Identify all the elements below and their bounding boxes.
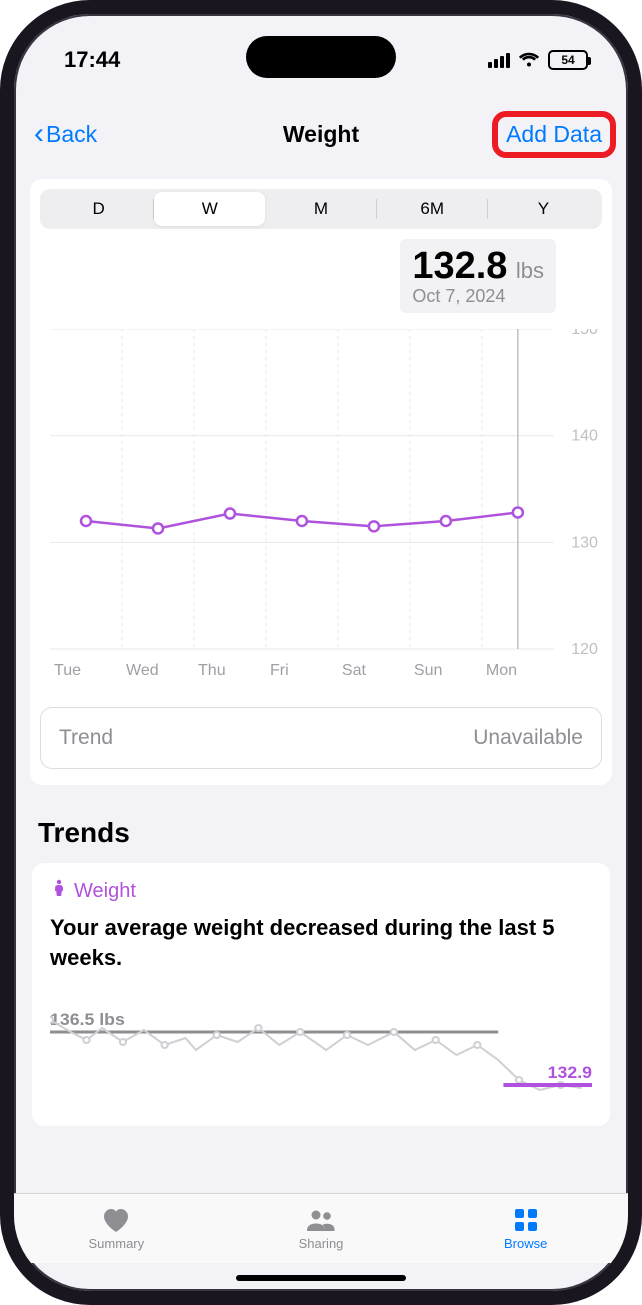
time-range-segmented-control[interactable]: D W M 6M Y — [40, 189, 602, 229]
tab-label: Sharing — [299, 1236, 344, 1251]
tab-summary[interactable]: Summary — [14, 1194, 219, 1263]
tab-label: Browse — [504, 1236, 547, 1251]
svg-text:140: 140 — [571, 427, 598, 445]
chevron-left-icon: ‹ — [34, 119, 44, 149]
home-indicator[interactable] — [236, 1275, 406, 1281]
trend-card-title: Weight — [74, 880, 136, 903]
svg-text:Thu: Thu — [198, 661, 226, 679]
reading-callout: 132.8 lbs Oct 7, 2024 — [400, 239, 556, 313]
heart-icon — [100, 1206, 132, 1234]
trend-card-weight[interactable]: Weight Your average weight decreased dur… — [32, 863, 610, 1126]
trend-mini-chart: 136.5 lbs 132.9 — [50, 990, 592, 1110]
dynamic-island — [246, 36, 396, 78]
trend-card-body: Your average weight decreased during the… — [50, 913, 592, 972]
svg-text:Mon: Mon — [486, 661, 517, 679]
people-icon — [305, 1206, 337, 1234]
reading-value: 132.8 — [412, 245, 507, 287]
trend-label: Trend — [59, 726, 113, 750]
svg-text:150: 150 — [571, 329, 598, 338]
cell-signal-icon — [488, 52, 510, 68]
person-icon — [50, 879, 68, 903]
trends-heading: Trends — [32, 809, 610, 863]
back-label: Back — [46, 121, 97, 148]
segment-w[interactable]: W — [154, 192, 265, 226]
tab-sharing[interactable]: Sharing — [219, 1194, 424, 1263]
trend-value: Unavailable — [473, 726, 583, 750]
segment-y[interactable]: Y — [488, 192, 599, 226]
tab-label: Summary — [89, 1236, 145, 1251]
svg-text:Tue: Tue — [54, 661, 81, 679]
svg-text:Wed: Wed — [126, 661, 159, 679]
chart-card: D W M 6M Y 132.8 lbs Oct 7, 2024 1201301… — [30, 179, 612, 785]
svg-text:130: 130 — [571, 533, 598, 551]
back-button[interactable]: ‹ Back — [34, 119, 97, 149]
tab-bar: Summary Sharing Browse — [14, 1193, 628, 1263]
nav-bar: ‹ Back Weight Add Data — [14, 104, 628, 164]
grid-icon — [510, 1206, 542, 1234]
svg-text:120: 120 — [571, 640, 598, 658]
segment-d[interactable]: D — [43, 192, 154, 226]
reading-date: Oct 7, 2024 — [412, 286, 544, 307]
add-data-button[interactable]: Add Data — [492, 111, 616, 158]
trend-row[interactable]: Trend Unavailable — [40, 707, 602, 769]
svg-text:Sat: Sat — [342, 661, 367, 679]
tab-browse[interactable]: Browse — [423, 1194, 628, 1263]
svg-text:Fri: Fri — [270, 661, 289, 679]
svg-text:Sun: Sun — [414, 661, 443, 679]
segment-6m[interactable]: 6M — [377, 192, 488, 226]
status-time: 17:44 — [64, 47, 120, 73]
trend-current-label: 132.9 — [548, 1063, 592, 1083]
segment-m[interactable]: M — [265, 192, 376, 226]
page-title: Weight — [283, 121, 359, 148]
wifi-icon — [518, 52, 540, 68]
battery-icon: 54 — [548, 50, 588, 70]
weight-chart[interactable]: 120 130 140 150 Tue Wed Thu Fri Sat Sun Mon — [40, 329, 602, 689]
reading-unit: lbs — [516, 258, 544, 283]
